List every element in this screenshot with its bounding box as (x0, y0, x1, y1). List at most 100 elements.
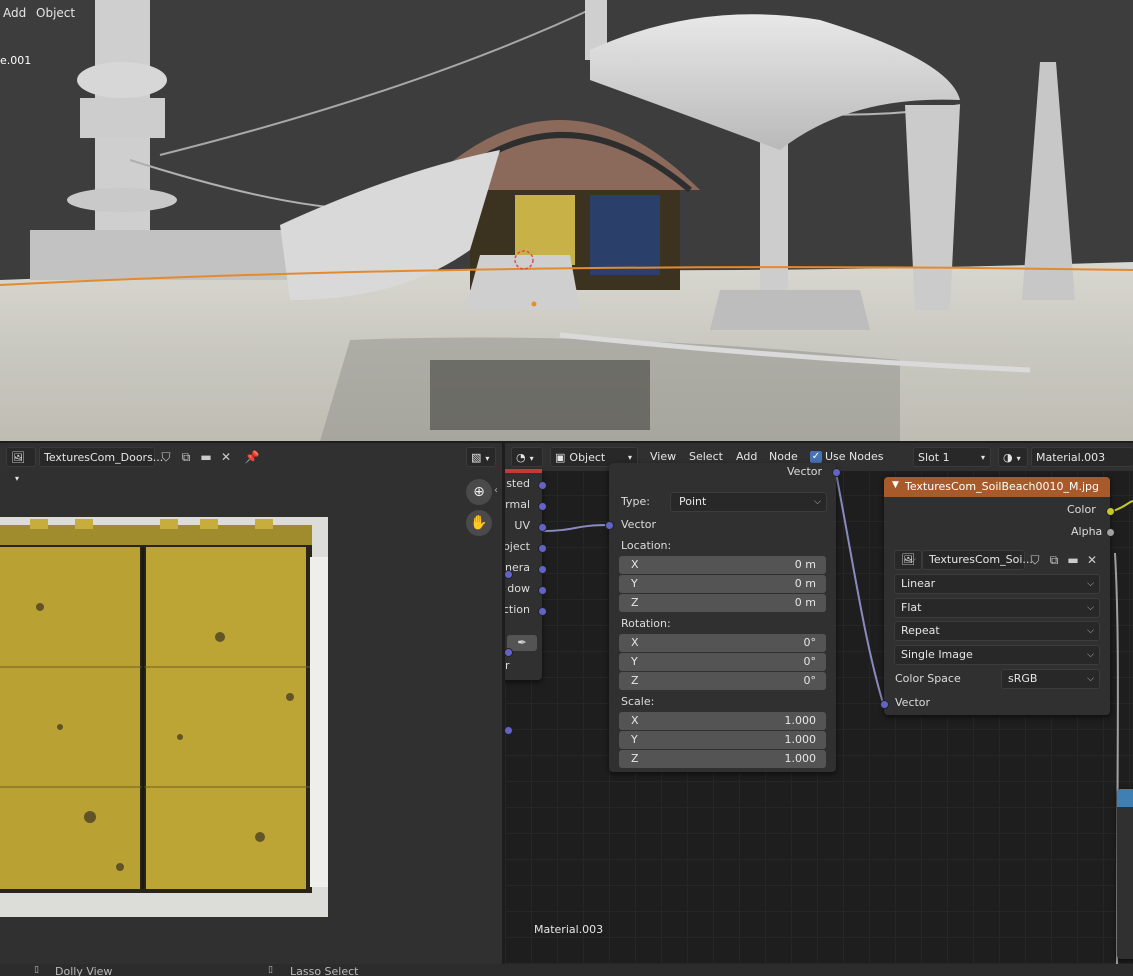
status-right-hint: Lasso Select (290, 965, 359, 976)
texcoord-output-label: rmal (505, 498, 530, 511)
axis-value: 0° (803, 655, 817, 668)
scale-label: Scale: (621, 695, 655, 708)
axis-label: X (631, 714, 639, 727)
axis-label: Z (631, 752, 639, 765)
color-space-dropdown[interactable]: sRGB ⌵ (1001, 669, 1100, 689)
texcoord-output-socket[interactable] (538, 523, 547, 532)
alpha-output-socket[interactable] (1106, 528, 1115, 537)
viewport-menu-add[interactable]: Add (3, 6, 26, 20)
projection-dropdown[interactable]: Flat ⌵ (894, 598, 1100, 618)
hand-icon[interactable]: ✋ (466, 510, 492, 536)
viewport-scene (0, 0, 1133, 441)
image-node-title: TexturesCom_SoilBeach0010_M.jpg (905, 480, 1100, 493)
rotation-z-field[interactable]: Z 0° (619, 672, 826, 690)
axis-value: 1.000 (784, 714, 817, 727)
unlink-image-close-icon[interactable]: ✕ (1083, 551, 1101, 569)
3d-viewport[interactable]: Add Object e.001 (0, 0, 1133, 441)
shader-node-editor[interactable]: ◔ ▾ ▣ Object ▾ View Select Add Node ✓ Use N… (505, 443, 1133, 964)
image-texture-node[interactable]: ▼ TexturesCom_SoilBeach0010_M.jpg Color … (880, 477, 1115, 715)
mapping-node[interactable]: Vector Type: Point ⌵ Vector Location: X 0 … (605, 463, 841, 772)
texcoord-partial-label: r (505, 659, 510, 672)
axis-label: Y (631, 733, 638, 746)
color-output-label: Color (1067, 503, 1096, 516)
scale-y-field[interactable]: Y 1.000 (619, 731, 826, 749)
location-z-field[interactable]: Z 0 m (619, 594, 826, 612)
image-name-field[interactable]: TexturesCom_Doors... (39, 447, 163, 467)
source-dropdown[interactable]: Single Image ⌵ (894, 645, 1100, 665)
image-node-header[interactable]: ▼ TexturesCom_SoilBeach0010_M.jpg (884, 477, 1110, 497)
axis-label: Z (631, 596, 639, 609)
status-bar: ▯ Dolly View ▯ Lasso Select (0, 964, 1133, 976)
interpolation-dropdown[interactable]: Linear ⌵ (894, 574, 1100, 594)
axis-value: 0 m (794, 596, 816, 609)
mapping-type-dropdown[interactable]: Point ⌵ (670, 492, 827, 512)
status-left-hint: Dolly View (55, 965, 113, 976)
axis-value: 0 m (794, 577, 816, 590)
editor-type-dropdown[interactable]: 🖼▾ (6, 447, 36, 483)
door-texture-image (0, 517, 328, 917)
axis-label: Y (631, 577, 638, 590)
collapse-chevron-icon[interactable]: ▼ (892, 480, 899, 490)
texcoord-output-socket[interactable] (538, 565, 547, 574)
fake-user-shield-icon[interactable]: ⛉ (1026, 551, 1044, 569)
color-space-label: Color Space (895, 672, 961, 685)
texcoord-output-socket[interactable] (538, 481, 547, 490)
texcoord-output-label: dow (507, 582, 530, 595)
viewport-menu-object[interactable]: Object (36, 6, 75, 20)
pin-icon[interactable]: 📌 (243, 448, 261, 466)
new-image-icon[interactable]: ⧉ (177, 448, 195, 466)
duplicate-image-icon[interactable]: ⧉ (1045, 551, 1063, 569)
mapping-type-label: Type: (621, 495, 650, 508)
texcoord-output-socket[interactable] (538, 544, 547, 553)
sidebar-toggle-chevron-icon[interactable]: ‹ (494, 485, 498, 496)
image-browse-dropdown[interactable]: 🖼 ⌵ (894, 550, 922, 570)
image-node-image-field[interactable]: TexturesCom_Soi... (922, 550, 1033, 570)
location-x-field[interactable]: X 0 m (619, 556, 826, 574)
mapping-vector-output-label: Vector (787, 465, 823, 478)
mapping-vector-input-label: Vector (621, 518, 657, 531)
axis-label: Y (631, 655, 638, 668)
rotation-label: Rotation: (621, 617, 671, 630)
mapping-vector-output-socket[interactable] (832, 468, 841, 477)
texcoord-output-socket[interactable] (538, 586, 547, 595)
unlink-image-close-icon[interactable]: ✕ (217, 448, 235, 466)
alpha-output-label: Alpha (1071, 525, 1103, 538)
mouse-middle-icon: ▯ (34, 965, 39, 975)
scale-z-field[interactable]: Z 1.000 (619, 750, 826, 768)
image-vector-input-socket[interactable] (880, 700, 889, 709)
open-image-folder-icon[interactable]: ▬ (197, 448, 215, 466)
texcoord-header-strip (505, 469, 542, 473)
axis-value: 0 m (794, 558, 816, 571)
rotation-y-field[interactable]: Y 0° (619, 653, 826, 671)
texcoord-output-socket[interactable] (538, 502, 547, 511)
mouse-right-icon: ▯ (268, 965, 273, 975)
image-vector-input-label: Vector (895, 696, 931, 709)
axis-value: 0° (803, 636, 817, 649)
rotation-x-field[interactable]: X 0° (619, 634, 826, 652)
open-image-folder-icon[interactable]: ▬ (1064, 551, 1082, 569)
image-editor[interactable]: 🖼▾ TexturesCom_Doors... ⛉ ⧉ ▬ ✕ 📌 ▧ ▾ ⊕ ✋… (0, 443, 502, 964)
scale-x-field[interactable]: X 1.000 (619, 712, 826, 730)
axis-label: Z (631, 674, 639, 687)
texcoord-output-label: sted (506, 477, 530, 490)
axis-value: 1.000 (784, 733, 817, 746)
location-y-field[interactable]: Y 0 m (619, 575, 826, 593)
mapping-vector-input-socket[interactable] (605, 521, 614, 530)
view-mode-dropdown[interactable]: ▧ ▾ (466, 447, 496, 467)
axis-label: X (631, 558, 639, 571)
fake-user-shield-icon[interactable]: ⛉ (157, 448, 175, 466)
active-object-label: e.001 (0, 54, 32, 67)
offscreen-node-header (1117, 789, 1133, 807)
extension-dropdown[interactable]: Repeat ⌵ (894, 621, 1100, 641)
node-tree-material-label: Material.003 (534, 923, 604, 936)
zoom-icon[interactable]: ⊕ (466, 479, 492, 505)
axis-label: X (631, 636, 639, 649)
offscreen-node[interactable] (1117, 789, 1133, 959)
texcoord-output-label: UV (514, 519, 530, 532)
texcoord-output-label: bject (505, 540, 530, 553)
axis-value: 1.000 (784, 752, 817, 765)
image-editor-header: 🖼▾ TexturesCom_Doors... ⛉ ⧉ ▬ ✕ 📌 ▧ ▾ (0, 443, 502, 483)
color-output-socket[interactable] (1106, 507, 1115, 516)
texcoord-output-socket[interactable] (538, 607, 547, 616)
location-label: Location: (621, 539, 672, 552)
